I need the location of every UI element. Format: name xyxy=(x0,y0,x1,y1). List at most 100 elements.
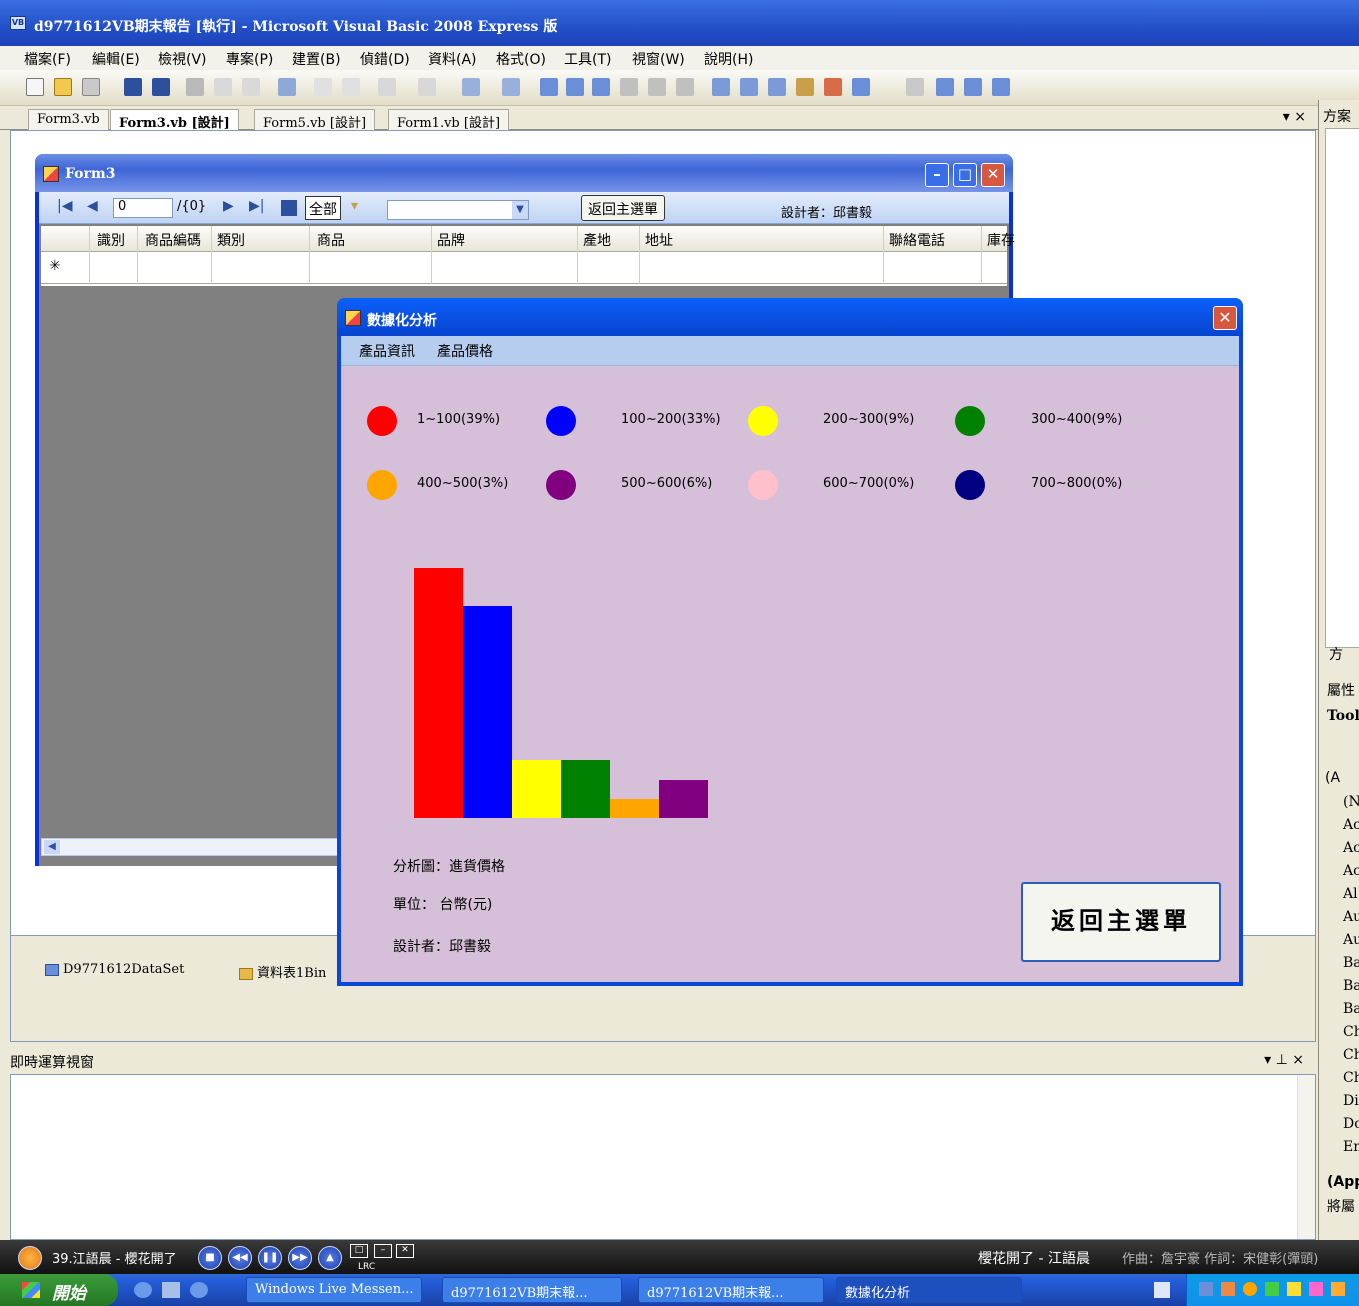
menu-build[interactable]: 建置(B) xyxy=(292,49,341,69)
property-row[interactable]: Al xyxy=(1343,886,1358,902)
browser-quicklaunch-icon[interactable] xyxy=(190,1282,208,1298)
menu-help[interactable]: 說明(H) xyxy=(704,49,753,69)
data-grid[interactable]: 識別 商品編碼 類別 商品 品牌 產地 地址 聯絡電話 庫存 ✳ xyxy=(41,226,1015,286)
filter-dropdown-icon[interactable]: ▾ xyxy=(351,198,358,214)
menu-window[interactable]: 視窗(W) xyxy=(632,49,685,69)
close-button[interactable]: ✕ xyxy=(981,163,1005,187)
property-row[interactable]: Ac xyxy=(1343,863,1359,879)
tray-dataset[interactable]: D9771612DataSet xyxy=(45,962,184,977)
copy-icon[interactable] xyxy=(214,78,232,96)
property-row[interactable]: Ch xyxy=(1343,1024,1359,1040)
tab-close-controls[interactable]: ▾ × xyxy=(1283,109,1306,125)
format-icon-3[interactable] xyxy=(992,78,1010,96)
open-folder-icon[interactable] xyxy=(54,78,72,96)
scroll-left-icon[interactable]: ◀ xyxy=(44,840,60,854)
close-button[interactable]: ✕ xyxy=(1213,306,1237,330)
immediate-input-area[interactable] xyxy=(10,1074,1316,1240)
move-previous-icon[interactable]: ◀ xyxy=(87,198,98,214)
col-header[interactable]: 產地 xyxy=(583,230,611,250)
solution-explorer-tree[interactable] xyxy=(1325,128,1359,648)
property-row[interactable]: Ch xyxy=(1343,1070,1359,1086)
redo-icon[interactable] xyxy=(418,78,436,96)
menu-data[interactable]: 資料(A) xyxy=(428,49,477,69)
tray-icon[interactable] xyxy=(1287,1282,1301,1296)
col-header[interactable]: 聯絡電話 xyxy=(889,230,945,250)
tab-form5-design[interactable]: Form5.vb [設計] xyxy=(254,109,376,131)
menu-edit[interactable]: 編輯(E) xyxy=(92,49,140,69)
property-row[interactable]: Ch xyxy=(1343,1047,1359,1063)
cut-icon[interactable] xyxy=(186,78,204,96)
move-next-icon[interactable]: ▶ xyxy=(223,198,234,214)
solution-explorer-tab[interactable]: 方案 xyxy=(1323,106,1351,126)
close-player-icon[interactable]: ✕ xyxy=(396,1244,414,1258)
tab-form3-code[interactable]: Form3.vb xyxy=(28,109,109,130)
move-last-icon[interactable]: ▶| xyxy=(249,198,264,214)
col-header[interactable]: 地址 xyxy=(645,230,673,250)
solution-explorer-tab-2[interactable]: 方 xyxy=(1329,644,1343,664)
pause-icon[interactable] xyxy=(566,78,584,96)
lrc-label[interactable]: LRC xyxy=(358,1262,375,1272)
step-into-icon[interactable] xyxy=(620,78,638,96)
previous-track-icon[interactable]: ◀◀ xyxy=(228,1246,252,1270)
tray-icon[interactable] xyxy=(1243,1282,1257,1296)
back-to-menu-button[interactable]: 返回主選單 xyxy=(581,195,665,221)
minimize-player-icon[interactable]: – xyxy=(374,1244,392,1258)
menu-file[interactable]: 檔案(F) xyxy=(24,49,71,69)
tray-icon[interactable] xyxy=(1265,1282,1279,1296)
new-row[interactable]: ✳ xyxy=(41,252,1007,284)
start-debug-icon[interactable] xyxy=(540,78,558,96)
menu-tools[interactable]: 工具(T) xyxy=(564,49,611,69)
stop-icon[interactable]: ■ xyxy=(198,1246,222,1270)
property-row[interactable]: En xyxy=(1343,1139,1359,1155)
tray-icon[interactable] xyxy=(1309,1282,1323,1296)
property-row[interactable]: Au xyxy=(1343,909,1359,925)
property-row[interactable]: Di xyxy=(1343,1093,1359,1109)
property-row[interactable]: Ac xyxy=(1343,840,1359,856)
undo-icon[interactable] xyxy=(378,78,396,96)
solution-explorer-icon[interactable] xyxy=(712,78,730,96)
filter-combo[interactable]: ▼ xyxy=(387,200,529,220)
align-icon[interactable] xyxy=(906,78,924,96)
immediate-vertical-scrollbar[interactable] xyxy=(1297,1075,1315,1239)
col-header[interactable]: 類別 xyxy=(217,230,245,250)
error-list-icon[interactable] xyxy=(824,78,842,96)
property-row[interactable]: Ba xyxy=(1343,955,1359,971)
add-item-icon[interactable] xyxy=(82,78,100,96)
immediate-window-controls[interactable]: ▾ ⊥ × xyxy=(1264,1052,1304,1068)
property-row[interactable]: Ba xyxy=(1343,1001,1359,1017)
start-page-icon[interactable] xyxy=(852,78,870,96)
player-logo-icon[interactable] xyxy=(18,1246,42,1270)
tray-bindingsource[interactable]: 資料表1Bin xyxy=(239,962,326,981)
save-data-icon[interactable] xyxy=(281,200,297,216)
properties-window-icon[interactable] xyxy=(740,78,758,96)
menu-format[interactable]: 格式(O) xyxy=(496,49,546,69)
tab-form3-design[interactable]: Form3.vb [設計] xyxy=(110,109,239,131)
start-button[interactable]: 開始 xyxy=(0,1274,118,1306)
new-project-icon[interactable] xyxy=(26,78,44,96)
property-row[interactable]: Au xyxy=(1343,932,1359,948)
stop-icon[interactable] xyxy=(592,78,610,96)
pause-icon[interactable]: ❚❚ xyxy=(258,1246,282,1270)
properties-object[interactable]: Tool xyxy=(1327,708,1359,724)
uncomment-icon[interactable] xyxy=(342,78,360,96)
step-over-icon[interactable] xyxy=(648,78,666,96)
toolbox-icon[interactable] xyxy=(796,78,814,96)
object-browser-icon[interactable] xyxy=(768,78,786,96)
format-icon-1[interactable] xyxy=(936,78,954,96)
task-vb-ide[interactable]: d9771612VB期末報... xyxy=(638,1277,824,1303)
col-header[interactable]: 識別 xyxy=(97,230,125,250)
properties-group[interactable]: (A xyxy=(1325,770,1340,786)
navigate-forward-icon[interactable] xyxy=(502,78,520,96)
property-row[interactable]: (N xyxy=(1343,794,1359,810)
paste-icon[interactable] xyxy=(242,78,260,96)
tray-icon[interactable] xyxy=(1199,1282,1213,1296)
task-analysis[interactable]: 數據化分析 xyxy=(836,1277,1022,1303)
maximize-button[interactable]: □ xyxy=(953,163,977,187)
menu-view[interactable]: 檢視(V) xyxy=(158,49,207,69)
move-first-icon[interactable]: |◀ xyxy=(57,198,72,214)
property-row[interactable]: Ac xyxy=(1343,817,1359,833)
desktop-quicklaunch-icon[interactable] xyxy=(162,1282,180,1298)
next-track-icon[interactable]: ▶▶ xyxy=(288,1246,312,1270)
navigate-back-icon[interactable] xyxy=(462,78,480,96)
menu-product-info[interactable]: 產品資訊 xyxy=(359,341,415,361)
